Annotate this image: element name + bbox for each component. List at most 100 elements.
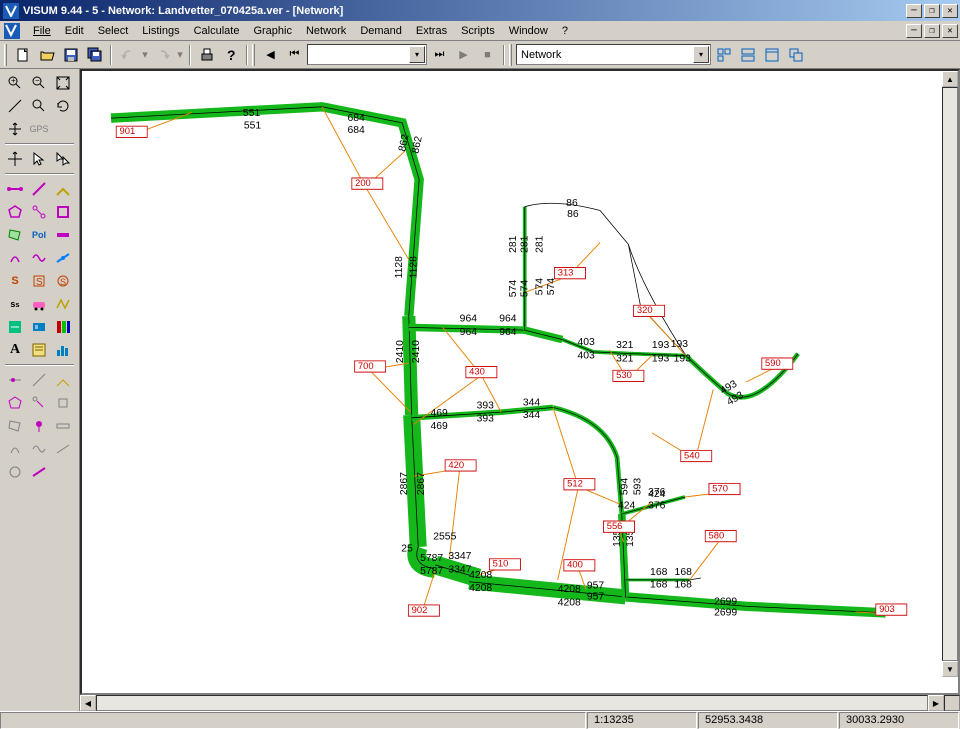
- view-single-button[interactable]: [760, 44, 783, 66]
- zoom-extents-icon[interactable]: [51, 72, 75, 94]
- nav-dropdown[interactable]: [307, 44, 427, 65]
- network-canvas[interactable]: 5515516846848628628686281281574574281574…: [80, 69, 960, 695]
- count-icon[interactable]: [51, 224, 75, 246]
- zone-label[interactable]: 903: [875, 603, 907, 615]
- zone-label[interactable]: 510: [489, 558, 521, 570]
- view-windows-button[interactable]: [712, 44, 735, 66]
- toolbar-grip2[interactable]: [252, 44, 255, 66]
- redo-dd[interactable]: ▾: [175, 44, 185, 66]
- menu-scripts[interactable]: Scripts: [454, 23, 502, 39]
- move-icon[interactable]: [3, 148, 27, 170]
- toolbar-grip3[interactable]: [509, 44, 512, 66]
- redo-button[interactable]: [151, 44, 174, 66]
- zone-label[interactable]: 901: [116, 126, 148, 138]
- close-button[interactable]: ✕: [942, 4, 958, 18]
- undo-dd[interactable]: ▾: [140, 44, 150, 66]
- zoom-window-icon[interactable]: [27, 95, 51, 117]
- menu-help[interactable]: ?: [555, 23, 575, 39]
- signal-icon[interactable]: [27, 247, 51, 269]
- zone-label[interactable]: 400: [563, 559, 595, 571]
- refresh-icon[interactable]: [51, 95, 75, 117]
- menu-extras[interactable]: Extras: [409, 23, 454, 39]
- zone-label[interactable]: 556: [603, 521, 635, 533]
- edit-stop-icon[interactable]: [3, 461, 27, 483]
- territory-icon[interactable]: [3, 224, 27, 246]
- measure-icon[interactable]: [3, 95, 27, 117]
- edit-node-icon[interactable]: [3, 369, 27, 391]
- zone-label[interactable]: 540: [680, 450, 712, 462]
- zone-label[interactable]: 430: [465, 366, 497, 378]
- edit-detector-icon[interactable]: [3, 438, 27, 460]
- zone-label[interactable]: 512: [563, 478, 595, 490]
- scroll-right-icon[interactable]: ▶: [928, 695, 944, 711]
- print-button[interactable]: [195, 44, 218, 66]
- edit-mainzone-icon[interactable]: [51, 392, 75, 414]
- edit-route-icon[interactable]: [27, 461, 51, 483]
- nav-next-button[interactable]: ⏭: [428, 44, 451, 66]
- path-icon[interactable]: [51, 293, 75, 315]
- menu-graphic[interactable]: Graphic: [246, 23, 299, 39]
- menu-window[interactable]: Window: [502, 23, 555, 39]
- edit-turn-icon[interactable]: [51, 369, 75, 391]
- nav-prev-button[interactable]: ⏮: [283, 44, 306, 66]
- menu-calculate[interactable]: Calculate: [187, 23, 247, 39]
- pan-icon[interactable]: [3, 118, 27, 140]
- restore-button[interactable]: ❐: [924, 4, 940, 18]
- node-icon[interactable]: [3, 178, 27, 200]
- save-button[interactable]: [59, 44, 82, 66]
- text-icon[interactable]: A: [3, 339, 27, 361]
- layer-dropdown[interactable]: Network: [516, 44, 711, 65]
- save-all-button[interactable]: [83, 44, 106, 66]
- nav-stop-button[interactable]: ■: [476, 44, 499, 66]
- link-icon[interactable]: [27, 178, 51, 200]
- menu-demand[interactable]: Demand: [353, 23, 409, 39]
- zone-label[interactable]: 420: [445, 459, 477, 471]
- edit-link-icon[interactable]: [27, 369, 51, 391]
- menu-select[interactable]: Select: [91, 23, 136, 39]
- scroll-left-icon[interactable]: ◀: [80, 695, 96, 711]
- layer2-icon[interactable]: [27, 316, 51, 338]
- poi-icon[interactable]: PoI: [27, 224, 51, 246]
- zone-label[interactable]: 313: [554, 267, 586, 279]
- layer1-icon[interactable]: [3, 316, 27, 338]
- edit-signal-icon[interactable]: [27, 438, 51, 460]
- edit-poi-icon[interactable]: [27, 415, 51, 437]
- system-route-icon[interactable]: ss: [3, 293, 27, 315]
- edit-connector-icon[interactable]: [27, 392, 51, 414]
- edit-territory-icon[interactable]: [3, 415, 27, 437]
- stop-point-icon[interactable]: S: [51, 270, 75, 292]
- open-button[interactable]: [35, 44, 58, 66]
- zone-label[interactable]: 590: [761, 357, 793, 369]
- edit-count-icon[interactable]: [51, 415, 75, 437]
- zone-label[interactable]: 320: [633, 305, 665, 317]
- line-route-icon[interactable]: [27, 293, 51, 315]
- multiselect-icon[interactable]: [51, 148, 75, 170]
- zone-label[interactable]: 570: [708, 483, 740, 495]
- mainzone-icon[interactable]: [51, 201, 75, 223]
- zone-label[interactable]: 902: [408, 604, 440, 616]
- layer3-icon[interactable]: [51, 316, 75, 338]
- view-cascade-button[interactable]: [784, 44, 807, 66]
- mdi-minimize-button[interactable]: ─: [906, 24, 922, 38]
- zoom-in-icon[interactable]: +: [3, 72, 27, 94]
- chart-icon[interactable]: [51, 339, 75, 361]
- mdi-restore-button[interactable]: ❐: [924, 24, 940, 38]
- scroll-down-icon[interactable]: ▼: [942, 661, 958, 677]
- zone-label[interactable]: 200: [351, 177, 383, 189]
- connector-icon[interactable]: [27, 201, 51, 223]
- minimize-button[interactable]: ─: [906, 4, 922, 18]
- stop-box-icon[interactable]: S: [27, 270, 51, 292]
- menu-edit[interactable]: Edit: [58, 23, 91, 39]
- nav-first-button[interactable]: ◀: [259, 44, 282, 66]
- scrollbar-horizontal[interactable]: ◀ ▶: [80, 695, 960, 711]
- zone-label[interactable]: 700: [354, 360, 386, 372]
- undo-button[interactable]: [116, 44, 139, 66]
- stop-s-icon[interactable]: S: [3, 270, 27, 292]
- select-icon[interactable]: [27, 148, 51, 170]
- mdi-close-button[interactable]: ✕: [942, 24, 958, 38]
- toolbar-grip[interactable]: [4, 44, 7, 66]
- detector-icon[interactable]: [3, 247, 27, 269]
- zone-label[interactable]: 530: [612, 370, 644, 382]
- dropdown-arrow-icon[interactable]: [693, 46, 709, 63]
- view-tile-button[interactable]: [736, 44, 759, 66]
